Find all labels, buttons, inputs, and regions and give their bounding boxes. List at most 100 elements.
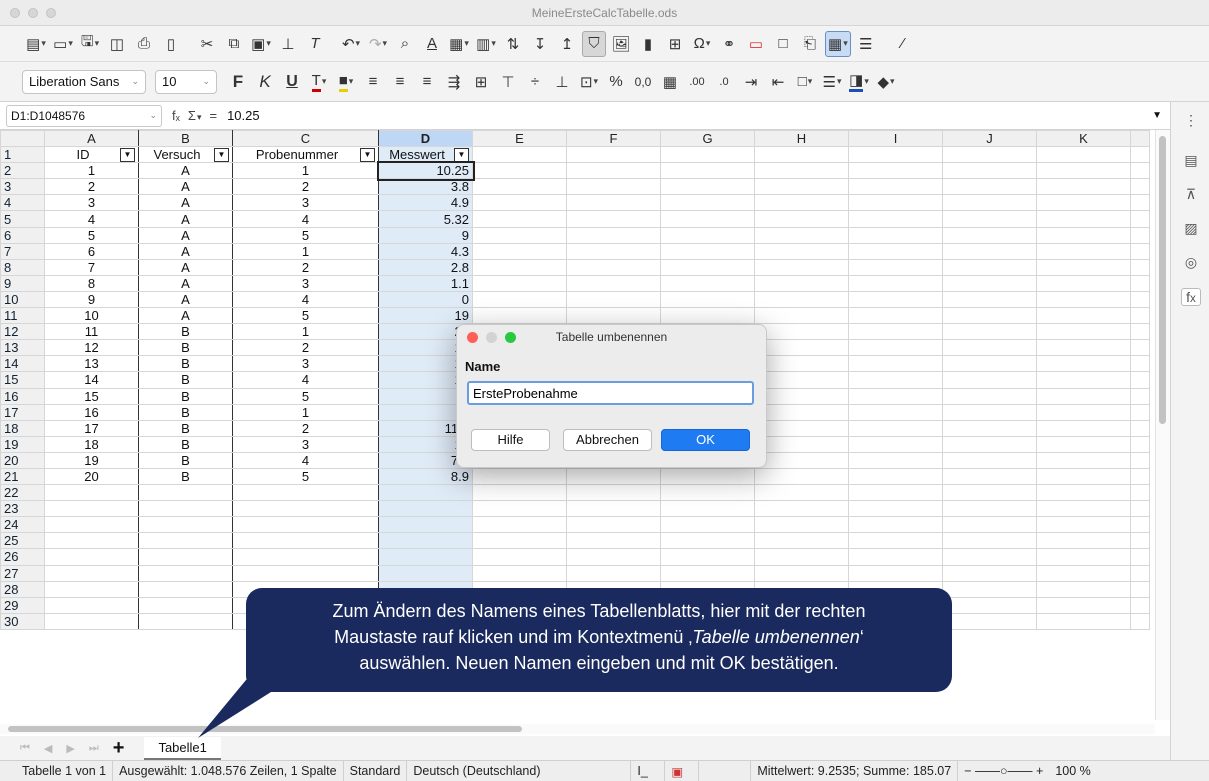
cell[interactable]: 10.25 [376,160,475,181]
number-format-button[interactable]: 0,0 [631,69,655,95]
cell[interactable] [848,451,943,469]
cell[interactable] [942,435,1037,453]
cell[interactable] [1036,548,1131,566]
cell[interactable] [1036,226,1131,244]
cell[interactable] [848,419,943,437]
cell[interactable] [566,516,661,534]
column-header-e[interactable]: E [472,130,567,148]
cell[interactable] [754,500,849,518]
redo-icon[interactable]: ↷ ▾ [366,31,390,57]
cell[interactable] [942,580,1037,598]
column-header-d[interactable]: D [378,130,473,148]
cell[interactable]: 12 [44,339,139,357]
cell[interactable] [754,290,849,309]
cell[interactable] [848,564,943,582]
cell[interactable] [848,371,943,389]
date-format-icon[interactable]: ▦ [658,69,682,95]
cell[interactable] [942,403,1037,421]
cell[interactable] [1036,371,1131,389]
cell[interactable] [138,532,233,550]
language-status[interactable]: Deutsch (Deutschland) [407,761,632,781]
cell[interactable] [660,162,755,180]
column-header-j[interactable]: J [942,130,1037,148]
cell[interactable] [754,516,849,534]
navigator-icon[interactable]: ◎ [1181,254,1201,271]
delete-decimal-icon[interactable]: .0 [712,69,736,95]
cell[interactable] [754,323,849,341]
cell[interactable] [378,484,473,502]
page-style[interactable]: Standard [344,761,408,781]
cell[interactable]: 1 [232,162,379,180]
conditional-format-icon[interactable]: ◆ ▾ [874,69,898,95]
cell[interactable] [1036,307,1131,325]
headers-footers-icon[interactable]: □ [771,31,795,57]
cell[interactable] [566,226,661,244]
cell[interactable] [754,355,849,373]
insert-mode-icon[interactable]: I_ [631,761,666,781]
cell[interactable]: 6 [44,242,139,260]
cell[interactable] [942,596,1037,614]
cell[interactable] [472,274,567,292]
cell[interactable] [1130,323,1150,341]
cell[interactable] [942,194,1037,212]
cell[interactable] [44,564,139,582]
cell[interactable] [472,178,567,196]
cell[interactable] [754,435,849,453]
cell[interactable] [754,146,849,164]
cell[interactable]: A [138,258,233,276]
cell[interactable] [1036,451,1131,469]
cell[interactable]: 4 [232,290,379,309]
cell[interactable]: 4 [232,451,379,469]
cell[interactable] [1130,612,1150,630]
cell[interactable] [1130,435,1150,453]
cell[interactable]: 8 [44,274,139,292]
cell[interactable]: 3.8 [378,178,473,196]
new-document-icon[interactable]: ▤ ▾ [24,31,48,57]
cut-icon[interactable]: ✂ [195,31,219,57]
row-header[interactable]: 6 [0,226,45,244]
cell[interactable] [848,548,943,566]
cell[interactable]: B [138,419,233,437]
cell[interactable] [232,516,379,534]
row-header[interactable]: 4 [0,194,45,212]
border-style-icon[interactable]: ☰ ▾ [820,69,844,95]
cell[interactable] [378,564,473,582]
cell[interactable] [566,307,661,325]
currency-format-icon[interactable]: ⊡ ▾ [577,69,601,95]
cell[interactable] [472,162,567,180]
cell[interactable]: 9 [44,290,139,309]
cell[interactable] [754,371,849,389]
function-wizard-icon[interactable]: fₓ [172,108,180,123]
copy-icon[interactable]: ⧉ [222,31,246,57]
cell[interactable] [942,484,1037,502]
row-header[interactable]: 24 [0,516,45,534]
row-header[interactable]: 22 [0,484,45,502]
cell[interactable] [566,210,661,228]
row-header[interactable]: 20 [0,451,45,469]
cell[interactable] [378,516,473,534]
cell[interactable]: 15 [44,387,139,405]
ok-button[interactable]: OK [661,429,750,451]
cell[interactable] [660,194,755,212]
cell[interactable] [848,484,943,502]
cell[interactable] [660,258,755,276]
cell[interactable] [378,500,473,518]
cell[interactable] [754,162,849,180]
cell[interactable] [44,580,139,598]
spelling-icon[interactable]: A [420,31,444,57]
cell[interactable] [1130,516,1150,534]
cell[interactable] [1036,274,1131,292]
comment-icon[interactable]: ▭ [744,31,768,57]
cell[interactable] [138,500,233,518]
cell[interactable]: B [138,467,233,486]
cell[interactable] [848,258,943,276]
underline-button[interactable]: U [280,69,304,95]
cell[interactable] [660,307,755,325]
cell[interactable] [754,548,849,566]
cell[interactable]: 1 [232,242,379,260]
cell[interactable] [754,387,849,405]
cell[interactable]: A [138,242,233,260]
cell[interactable]: 3 [44,194,139,212]
cell[interactable] [754,339,849,357]
cell[interactable]: 2.8 [378,258,473,276]
